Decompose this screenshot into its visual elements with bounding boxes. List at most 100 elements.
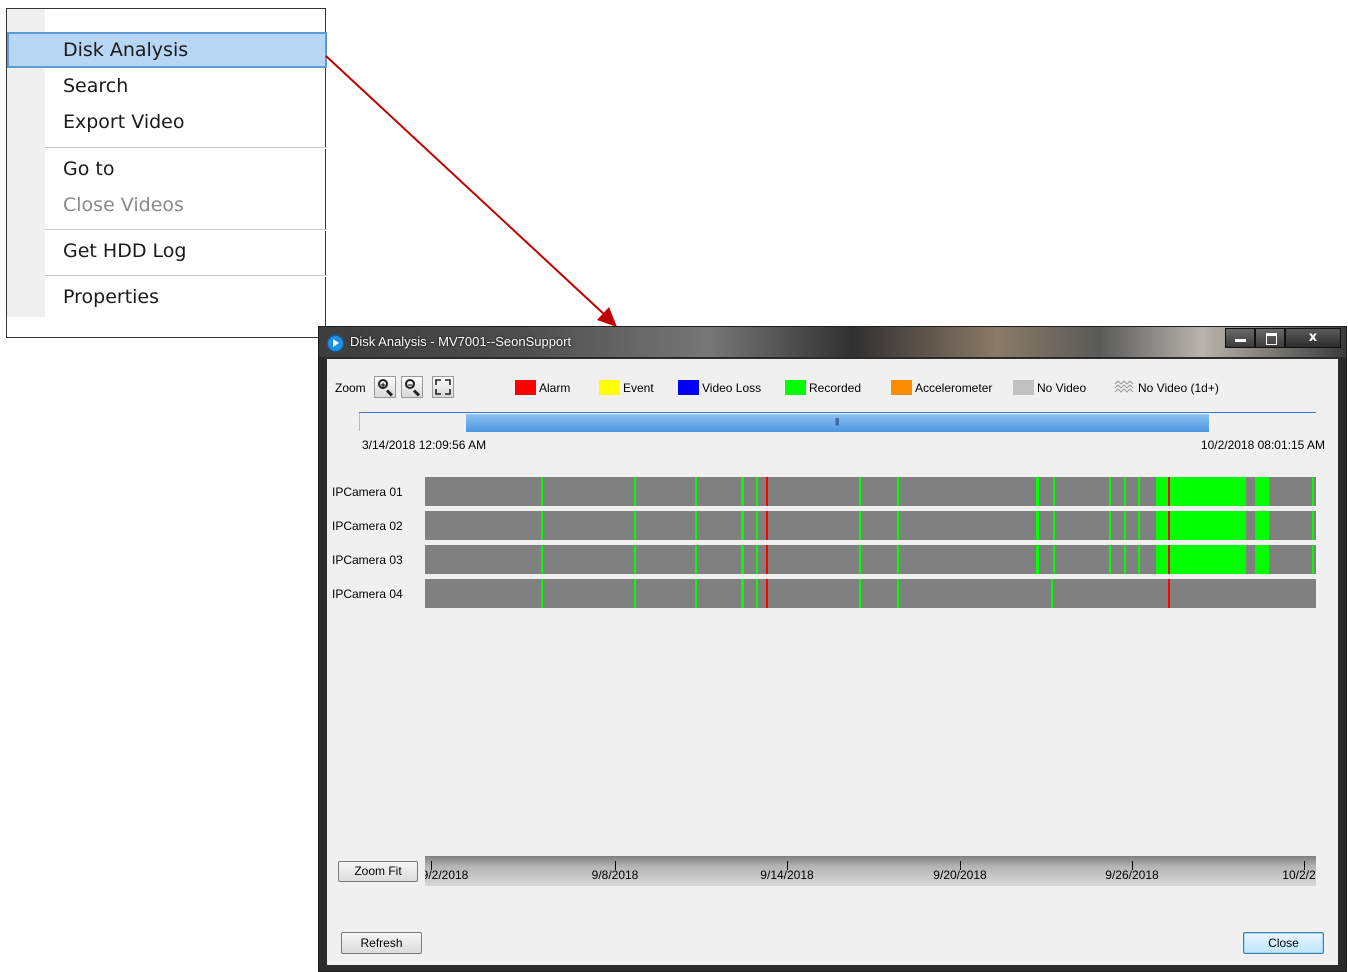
legend-label: Video Loss xyxy=(702,381,762,395)
recorded-segment xyxy=(1109,545,1111,574)
alarm-segment xyxy=(766,477,768,506)
recorded-segment xyxy=(1051,579,1053,608)
menu-item-go-to[interactable]: Go to xyxy=(7,151,327,187)
camera-track-1[interactable] xyxy=(425,477,1316,506)
alarm-segment xyxy=(766,545,768,574)
window-client-area: Zoom + − Alarm Event Video Loss Recorded… xyxy=(327,359,1338,965)
legend-swatch xyxy=(678,380,699,395)
legend-swatch xyxy=(891,380,912,395)
recorded-segment xyxy=(1053,477,1055,506)
close-button[interactable]: Close xyxy=(1243,932,1324,954)
context-menu: Disk Analysis Search Export Video Go to … xyxy=(6,8,327,338)
recorded-segment xyxy=(1109,511,1111,540)
menu-separator xyxy=(45,275,327,277)
zoom-in-button[interactable]: + xyxy=(374,376,396,398)
recorded-segment xyxy=(695,579,697,608)
camera-label: IPCamera 02 xyxy=(332,519,403,533)
recorded-segment xyxy=(541,579,543,608)
recorded-segment xyxy=(1124,511,1126,540)
legend-label: Event xyxy=(623,381,654,395)
legend-label: No Video xyxy=(1037,381,1087,395)
menu-item-export-video[interactable]: Export Video xyxy=(7,104,327,140)
recorded-segment xyxy=(1124,545,1126,574)
alarm-segment xyxy=(766,511,768,540)
time-axis[interactable]: 9/2/2018 9/8/2018 9/14/2018 9/20/2018 9/… xyxy=(425,856,1316,886)
zoom-fit-button[interactable]: Zoom Fit xyxy=(338,861,418,882)
menu-item-properties[interactable]: Properties xyxy=(7,279,327,315)
axis-tick-label: 9/2/2018 xyxy=(425,868,469,882)
menu-separator xyxy=(45,147,327,149)
recorded-segment xyxy=(859,579,861,608)
maximize-button[interactable] xyxy=(1255,328,1285,348)
recorded-segment xyxy=(541,545,543,574)
fit-screen-icon xyxy=(435,379,451,395)
recorded-segment xyxy=(1255,545,1269,574)
camera-track-4[interactable] xyxy=(425,579,1316,608)
recorded-segment xyxy=(859,477,861,506)
zoom-out-button[interactable]: − xyxy=(401,376,423,398)
axis-tick-label: 9/20/2018 xyxy=(933,868,987,882)
title-bar[interactable]: Disk Analysis - MV7001--SeonSupport x xyxy=(319,327,1346,357)
recorded-segment xyxy=(541,511,543,540)
recorded-segment xyxy=(756,545,758,574)
recorded-segment xyxy=(1036,477,1039,506)
axis-tick-label: 9/14/2018 xyxy=(760,868,814,882)
recorded-segment xyxy=(1138,545,1140,574)
recorded-segment xyxy=(1053,545,1055,574)
recorded-segment xyxy=(756,579,758,608)
recorded-segment xyxy=(1312,477,1314,506)
range-scrollbar-track[interactable] xyxy=(359,412,1316,413)
recorded-segment xyxy=(1124,477,1126,506)
recorded-segment xyxy=(741,477,744,506)
recorded-segment xyxy=(1255,477,1269,506)
recorded-segment xyxy=(541,477,543,506)
zoom-label: Zoom xyxy=(335,381,366,395)
range-scrollbar-start xyxy=(359,413,360,431)
recorded-segment xyxy=(741,511,744,540)
recorded-segment xyxy=(1138,477,1140,506)
recorded-segment xyxy=(756,511,758,540)
recorded-segment xyxy=(1170,545,1246,574)
recorded-segment xyxy=(1170,511,1246,540)
camera-track-3[interactable] xyxy=(425,545,1316,574)
recorded-segment xyxy=(1036,545,1039,574)
legend-label: Accelerometer xyxy=(915,381,993,395)
recorded-segment xyxy=(741,545,744,574)
camera-label: IPCamera 01 xyxy=(332,485,403,499)
menu-item-search[interactable]: Search xyxy=(7,68,327,104)
recorded-segment xyxy=(634,579,636,608)
axis-tick-label: 10/2/2018 xyxy=(1282,868,1316,882)
alarm-segment xyxy=(1168,579,1170,608)
recorded-segment xyxy=(1255,511,1269,540)
range-end-time: 10/2/2018 08:01:15 AM xyxy=(1200,438,1325,452)
recorded-segment xyxy=(897,579,899,608)
recorded-segment xyxy=(634,511,636,540)
recorded-segment xyxy=(1170,477,1246,506)
refresh-button[interactable]: Refresh xyxy=(341,932,422,954)
menu-item-close-videos: Close Videos xyxy=(63,194,184,216)
recorded-segment xyxy=(1053,511,1055,540)
recorded-segment xyxy=(859,511,861,540)
fit-all-button[interactable] xyxy=(432,376,454,398)
window-close-button[interactable]: x xyxy=(1285,328,1341,348)
menu-item-get-hdd-log[interactable]: Get HDD Log xyxy=(7,233,327,269)
camera-label: IPCamera 03 xyxy=(332,553,403,567)
legend-label: No Video (1d+) xyxy=(1138,381,1219,395)
scroll-grip-icon: ||| xyxy=(835,417,839,426)
recorded-segment xyxy=(897,545,899,574)
legend-label: Recorded xyxy=(809,381,862,395)
recorded-segment xyxy=(634,477,636,506)
recorded-segment xyxy=(897,511,899,540)
app-play-icon xyxy=(327,335,344,352)
minimize-button[interactable] xyxy=(1225,328,1255,348)
menu-item-disk-analysis[interactable]: Disk Analysis xyxy=(7,32,327,68)
recorded-segment xyxy=(695,545,697,574)
recorded-segment xyxy=(741,579,744,608)
window-title: Disk Analysis - MV7001--SeonSupport xyxy=(350,334,572,349)
camera-track-2[interactable] xyxy=(425,511,1316,540)
recorded-segment xyxy=(634,545,636,574)
legend-label: Alarm xyxy=(539,381,571,395)
zigzag-pattern-icon xyxy=(1114,380,1134,393)
recorded-segment xyxy=(695,511,697,540)
disk-analysis-window: Disk Analysis - MV7001--SeonSupport x Zo… xyxy=(318,326,1347,972)
